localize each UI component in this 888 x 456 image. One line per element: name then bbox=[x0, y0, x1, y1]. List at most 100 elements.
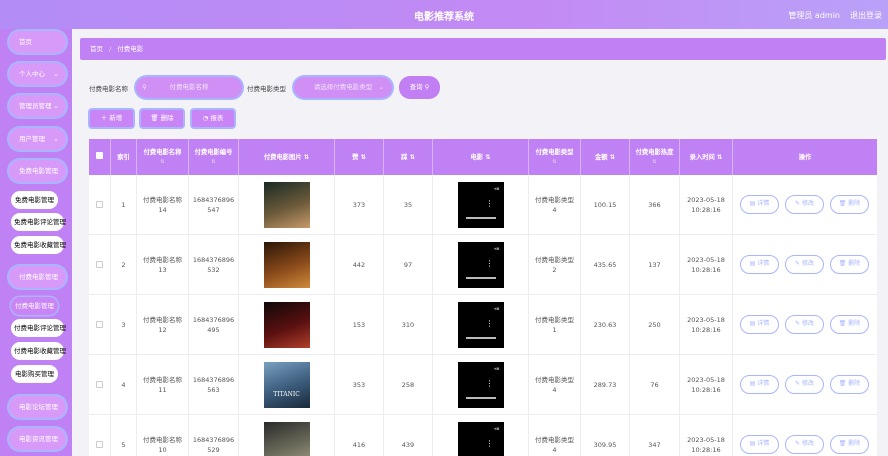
video-player[interactable]: ◂▪ ⋮ bbox=[457, 301, 504, 348]
detail-button[interactable]: ▤ 详情 bbox=[740, 195, 779, 214]
detail-button[interactable]: ▤ 详情 bbox=[740, 315, 779, 334]
sort-icon[interactable]: ⇅ bbox=[410, 154, 415, 161]
delete-button[interactable]: 🗑 删除 bbox=[830, 435, 869, 454]
more-options-icon[interactable]: ⋮ bbox=[486, 439, 494, 448]
edit-button[interactable]: ✎ 修改 bbox=[785, 435, 824, 454]
sidebar-item-profile[interactable]: 个人中心 ⌄ bbox=[9, 63, 66, 85]
cell-video[interactable]: ◂▪ ⋮ bbox=[433, 355, 529, 414]
header-image[interactable]: 付费电影图片 ⇅ bbox=[239, 139, 335, 175]
header-label: 录入时间 bbox=[689, 154, 715, 161]
add-button[interactable]: ＋ 新增 bbox=[90, 110, 133, 127]
video-progress-bar[interactable] bbox=[465, 277, 496, 279]
sidebar-sub-free-movie[interactable]: 免费电影管理 bbox=[11, 191, 58, 209]
more-options-icon[interactable]: ⋮ bbox=[486, 319, 494, 328]
sort-icon[interactable]: ⇅ bbox=[137, 159, 188, 165]
sort-icon[interactable]: ⇅ bbox=[529, 159, 580, 165]
header-price[interactable]: 金额 ⇅ bbox=[581, 139, 630, 175]
volume-icon[interactable]: ◂▪ bbox=[494, 184, 500, 194]
header-video[interactable]: 电影 ⇅ bbox=[433, 139, 529, 175]
cell-heat: 137 bbox=[630, 235, 680, 294]
row-checkbox[interactable] bbox=[96, 321, 103, 328]
sidebar-item-home[interactable]: 首页 bbox=[9, 31, 66, 53]
detail-button[interactable]: ▤ 详情 bbox=[740, 375, 779, 394]
heat-value: 347 bbox=[648, 440, 661, 449]
video-progress-bar[interactable] bbox=[465, 337, 496, 339]
row-select-cell[interactable] bbox=[89, 415, 111, 456]
sidebar-item-paid-movies[interactable]: 付费电影管理 bbox=[9, 266, 66, 288]
sort-icon[interactable]: ⇅ bbox=[717, 154, 722, 161]
video-player[interactable]: ◂▪ ⋮ bbox=[457, 241, 504, 288]
header-code[interactable]: 付费电影编号 ⇅ bbox=[189, 139, 239, 175]
more-options-icon[interactable]: ⋮ bbox=[486, 379, 494, 388]
more-options-icon[interactable]: ⋮ bbox=[486, 259, 494, 268]
sidebar-sub-purchase[interactable]: 电影购买管理 bbox=[11, 365, 58, 383]
sort-icon[interactable]: ⇅ bbox=[485, 154, 490, 161]
select-all-checkbox[interactable] bbox=[96, 152, 103, 159]
sort-icon[interactable]: ⇅ bbox=[304, 154, 309, 161]
more-options-icon[interactable]: ⋮ bbox=[486, 199, 494, 208]
row-select-cell[interactable] bbox=[89, 295, 111, 354]
header-time[interactable]: 录入时间 ⇅ bbox=[680, 139, 733, 175]
sidebar-item-forum[interactable]: 电影论坛管理 bbox=[9, 396, 66, 418]
cell-video[interactable]: ◂▪ ⋮ bbox=[433, 415, 529, 456]
breadcrumb-home[interactable]: 首页 bbox=[90, 45, 103, 53]
edit-button[interactable]: ✎ 修改 bbox=[785, 375, 824, 394]
sidebar-item-news[interactable]: 电影资讯管理 bbox=[9, 428, 66, 450]
header-select-all[interactable] bbox=[89, 139, 111, 175]
delete-button[interactable]: 🗑 删除 bbox=[830, 375, 869, 394]
sidebar-sub-paid-movie[interactable]: 付费电影管理 bbox=[11, 297, 58, 315]
video-progress-bar[interactable] bbox=[465, 397, 496, 399]
report-button[interactable]: ◔ 报表 bbox=[192, 110, 234, 127]
header-dislikes[interactable]: 踩 ⇅ bbox=[384, 139, 433, 175]
name-filter-input[interactable]: ⚲ 付费电影名称 bbox=[136, 77, 242, 98]
row-select-cell[interactable] bbox=[89, 355, 111, 414]
name-value: 付费电影名称 bbox=[143, 375, 182, 384]
sort-icon[interactable]: ⇅ bbox=[630, 159, 679, 165]
edit-button[interactable]: ✎ 修改 bbox=[785, 255, 824, 274]
row-checkbox[interactable] bbox=[96, 441, 103, 448]
row-checkbox[interactable] bbox=[96, 381, 103, 388]
poster-title: TITANIC bbox=[273, 390, 300, 398]
volume-icon[interactable]: ◂▪ bbox=[494, 364, 500, 374]
sort-icon[interactable]: ⇅ bbox=[189, 159, 238, 165]
sidebar-item-free-movies[interactable]: 免费电影管理 bbox=[9, 160, 66, 182]
sort-icon[interactable]: ⇅ bbox=[610, 154, 615, 161]
type-filter-select[interactable]: 请选择付费电影类型 ⌄ bbox=[294, 77, 392, 98]
sidebar-sub-paid-fav[interactable]: 付费电影收藏管理 bbox=[11, 342, 66, 360]
video-player[interactable]: ◂▪ ⋮ bbox=[457, 361, 504, 408]
volume-icon[interactable]: ◂▪ bbox=[494, 304, 500, 314]
header-heat[interactable]: 付费电影热度 ⇅ bbox=[630, 139, 680, 175]
sidebar-sub-paid-comment[interactable]: 付费电影评论管理 bbox=[11, 319, 66, 337]
delete-button[interactable]: 🗑 删除 bbox=[830, 315, 869, 334]
row-select-cell[interactable] bbox=[89, 175, 111, 234]
volume-icon[interactable]: ◂▪ bbox=[494, 424, 500, 434]
header-likes[interactable]: 赞 ⇅ bbox=[335, 139, 384, 175]
chevron-down-icon: ⌄ bbox=[53, 70, 59, 78]
sidebar-sub-free-comment[interactable]: 免费电影评论管理 bbox=[11, 213, 66, 231]
sidebar-item-users[interactable]: 用户管理 ⌄ bbox=[9, 128, 66, 150]
detail-button[interactable]: ▤ 详情 bbox=[740, 255, 779, 274]
edit-button[interactable]: ✎ 修改 bbox=[785, 315, 824, 334]
video-player[interactable]: ◂▪ ⋮ bbox=[457, 421, 504, 456]
sidebar-sub-free-fav[interactable]: 免费电影收藏管理 bbox=[11, 236, 66, 254]
cell-video[interactable]: ◂▪ ⋮ bbox=[433, 295, 529, 354]
header-name[interactable]: 付费电影名称 ⇅ bbox=[137, 139, 189, 175]
video-player[interactable]: ◂▪ ⋮ bbox=[457, 181, 504, 228]
batch-delete-button[interactable]: 🗑 删除 bbox=[141, 110, 183, 127]
cell-video[interactable]: ◂▪ ⋮ bbox=[433, 235, 529, 294]
sort-icon[interactable]: ⇅ bbox=[361, 154, 366, 161]
query-button[interactable]: 查询 ⚲ bbox=[399, 76, 440, 99]
delete-button[interactable]: 🗑 删除 bbox=[830, 195, 869, 214]
row-checkbox[interactable] bbox=[96, 261, 103, 268]
video-progress-bar[interactable] bbox=[465, 217, 496, 219]
row-select-cell[interactable] bbox=[89, 235, 111, 294]
edit-button[interactable]: ✎ 修改 bbox=[785, 195, 824, 214]
logout-link[interactable]: 退出登录 bbox=[850, 10, 882, 21]
row-checkbox[interactable] bbox=[96, 201, 103, 208]
delete-button[interactable]: 🗑 删除 bbox=[830, 255, 869, 274]
sidebar-item-admins[interactable]: 管理员管理 ⌄ bbox=[9, 95, 66, 117]
volume-icon[interactable]: ◂▪ bbox=[494, 244, 500, 254]
detail-button[interactable]: ▤ 详情 bbox=[740, 435, 779, 454]
header-type[interactable]: 付费电影类型 ⇅ bbox=[529, 139, 581, 175]
cell-video[interactable]: ◂▪ ⋮ bbox=[433, 175, 529, 234]
